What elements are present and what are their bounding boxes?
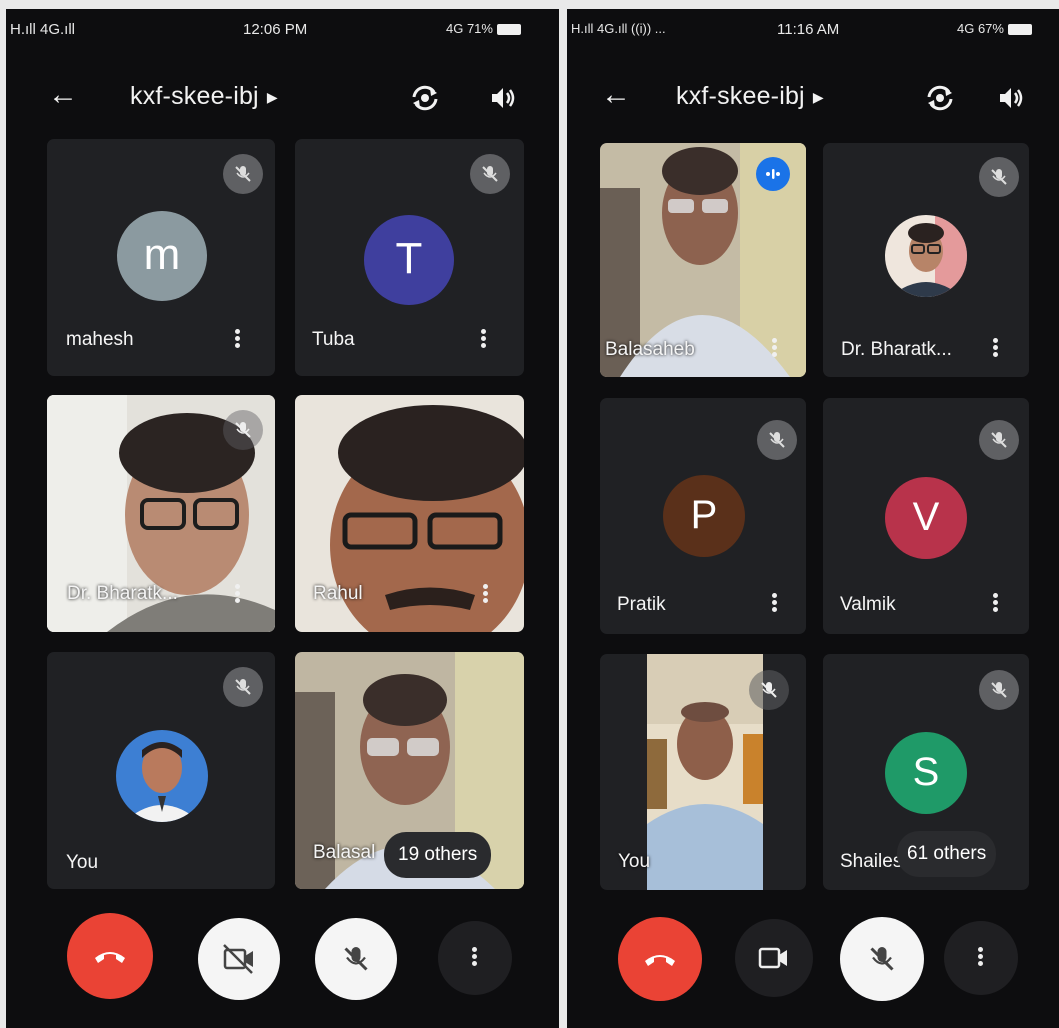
more-vert-icon[interactable] [772, 336, 778, 359]
more-vert-icon[interactable] [235, 327, 241, 350]
participant-tile-balasaheb[interactable]: Balasaheb [600, 143, 806, 377]
meeting-title[interactable]: kxf-skee-ibj ▶ [130, 82, 278, 111]
avatar-shailesh: S [885, 732, 967, 814]
more-vert-icon [978, 945, 983, 968]
speaker-icon[interactable] [489, 84, 517, 117]
switch-camera-icon[interactable] [410, 84, 440, 117]
mic-off-icon [979, 420, 1019, 460]
participant-tile-you[interactable]: You [47, 652, 275, 889]
participant-name: Balasal [313, 842, 376, 863]
mic-off-icon [757, 420, 797, 460]
participant-name: You [618, 851, 651, 872]
participant-name: Valmik [840, 594, 896, 615]
active-speaker-indicator [756, 157, 790, 191]
mic-off-icon [979, 670, 1019, 710]
participant-tile-pratik[interactable]: P Pratik [600, 398, 806, 634]
back-arrow-icon[interactable]: ← [601, 78, 631, 112]
more-vert-icon [472, 945, 477, 968]
avatar-valmik: V [885, 477, 967, 559]
left-phone-screen: H.ıll 4G.ıll 12:06 PM 4G 71% ← kxf-skee-… [6, 9, 559, 1028]
participant-tile-dr-bharat[interactable]: Dr. Bharatk... [47, 395, 275, 632]
avatar-you [116, 730, 208, 822]
mic-off-icon [223, 667, 263, 707]
mic-off-icon [749, 670, 789, 710]
signal-indicator: H.ıll 4G.ıll ((i)) ... [571, 21, 666, 36]
more-vert-icon[interactable] [483, 582, 489, 605]
avatar-pratik: P [663, 475, 745, 557]
mic-off-icon [344, 947, 368, 971]
end-call-button[interactable] [618, 917, 702, 1001]
speaker-icon[interactable] [997, 84, 1025, 117]
mic-off-icon [470, 154, 510, 194]
microphone-toggle-button[interactable] [315, 918, 397, 1000]
mic-off-icon [223, 154, 263, 194]
camera-off-icon [223, 944, 253, 974]
meeting-header: ← kxf-skee-ibj ▶ [6, 74, 559, 124]
participant-name: Shailes [840, 851, 903, 872]
caret-right-icon: ▶ [812, 88, 824, 105]
participant-name: Tuba [312, 329, 355, 350]
participant-tile-tuba[interactable]: T Tuba [295, 139, 524, 376]
clock: 11:16 AM [777, 21, 840, 38]
more-vert-icon[interactable] [772, 591, 778, 614]
meeting-header: ← kxf-skee-ibj ▶ [567, 74, 1059, 124]
more-vert-icon[interactable] [235, 582, 241, 605]
camera-toggle-button[interactable] [198, 918, 280, 1000]
battery-indicator: 4G 71% [446, 21, 521, 36]
participant-tile-valmik[interactable]: V Valmik [823, 398, 1029, 634]
participant-tile-rahul[interactable]: Rahul [295, 395, 524, 632]
avatar-dr-bharat [885, 215, 967, 297]
end-call-icon [95, 952, 125, 963]
participant-name: Balasaheb [605, 339, 695, 360]
battery-icon [1007, 24, 1032, 36]
avatar-mahesh: m [117, 211, 207, 301]
mic-off-icon [223, 410, 263, 450]
more-options-button[interactable] [438, 921, 512, 995]
others-count-badge[interactable]: 61 others [897, 831, 997, 877]
signal-indicator: H.ıll 4G.ıll [10, 21, 76, 38]
avatar-tuba: T [364, 215, 454, 305]
end-call-icon [645, 955, 675, 966]
more-options-button[interactable] [944, 921, 1018, 995]
participant-name: Rahul [313, 583, 363, 604]
switch-camera-icon[interactable] [925, 84, 955, 117]
battery-indicator: 4G 67% [957, 21, 1032, 36]
others-count-badge[interactable]: 19 others [384, 832, 492, 878]
microphone-toggle-button[interactable] [840, 917, 924, 1001]
right-phone-screen: H.ıll 4G.ıll ((i)) ... 11:16 AM 4G 67% ←… [567, 9, 1059, 1028]
camera-icon [758, 947, 787, 969]
participant-tile-dr-bharat[interactable]: Dr. Bharatk... [823, 143, 1029, 377]
participant-name: Dr. Bharatk... [841, 339, 952, 360]
participant-tile-you[interactable]: You [600, 654, 806, 890]
more-vert-icon[interactable] [993, 591, 999, 614]
participant-tile-mahesh[interactable]: m mahesh [47, 139, 275, 376]
participant-name: Pratik [617, 594, 666, 615]
end-call-button[interactable] [67, 913, 153, 999]
more-vert-icon[interactable] [993, 336, 999, 359]
caret-right-icon: ▶ [266, 88, 278, 105]
back-arrow-icon[interactable]: ← [48, 78, 78, 112]
battery-icon [496, 24, 521, 36]
clock: 12:06 PM [243, 21, 308, 38]
camera-toggle-button[interactable] [735, 919, 813, 997]
mic-off-icon [979, 157, 1019, 197]
status-bar: H.ıll 4G.ıll 12:06 PM 4G 71% [6, 9, 559, 49]
more-vert-icon[interactable] [481, 327, 487, 350]
meeting-title[interactable]: kxf-skee-ibj ▶ [676, 82, 824, 111]
participant-name: You [66, 852, 99, 873]
meeting-code: kxf-skee-ibj [676, 82, 805, 110]
participant-name: mahesh [66, 329, 134, 350]
status-bar: H.ıll 4G.ıll ((i)) ... 11:16 AM 4G 67% [567, 9, 1059, 49]
participant-name: Dr. Bharatk... [67, 583, 178, 604]
self-video-preview [647, 654, 763, 890]
meeting-code: kxf-skee-ibj [130, 82, 259, 110]
mic-off-icon [870, 947, 894, 971]
